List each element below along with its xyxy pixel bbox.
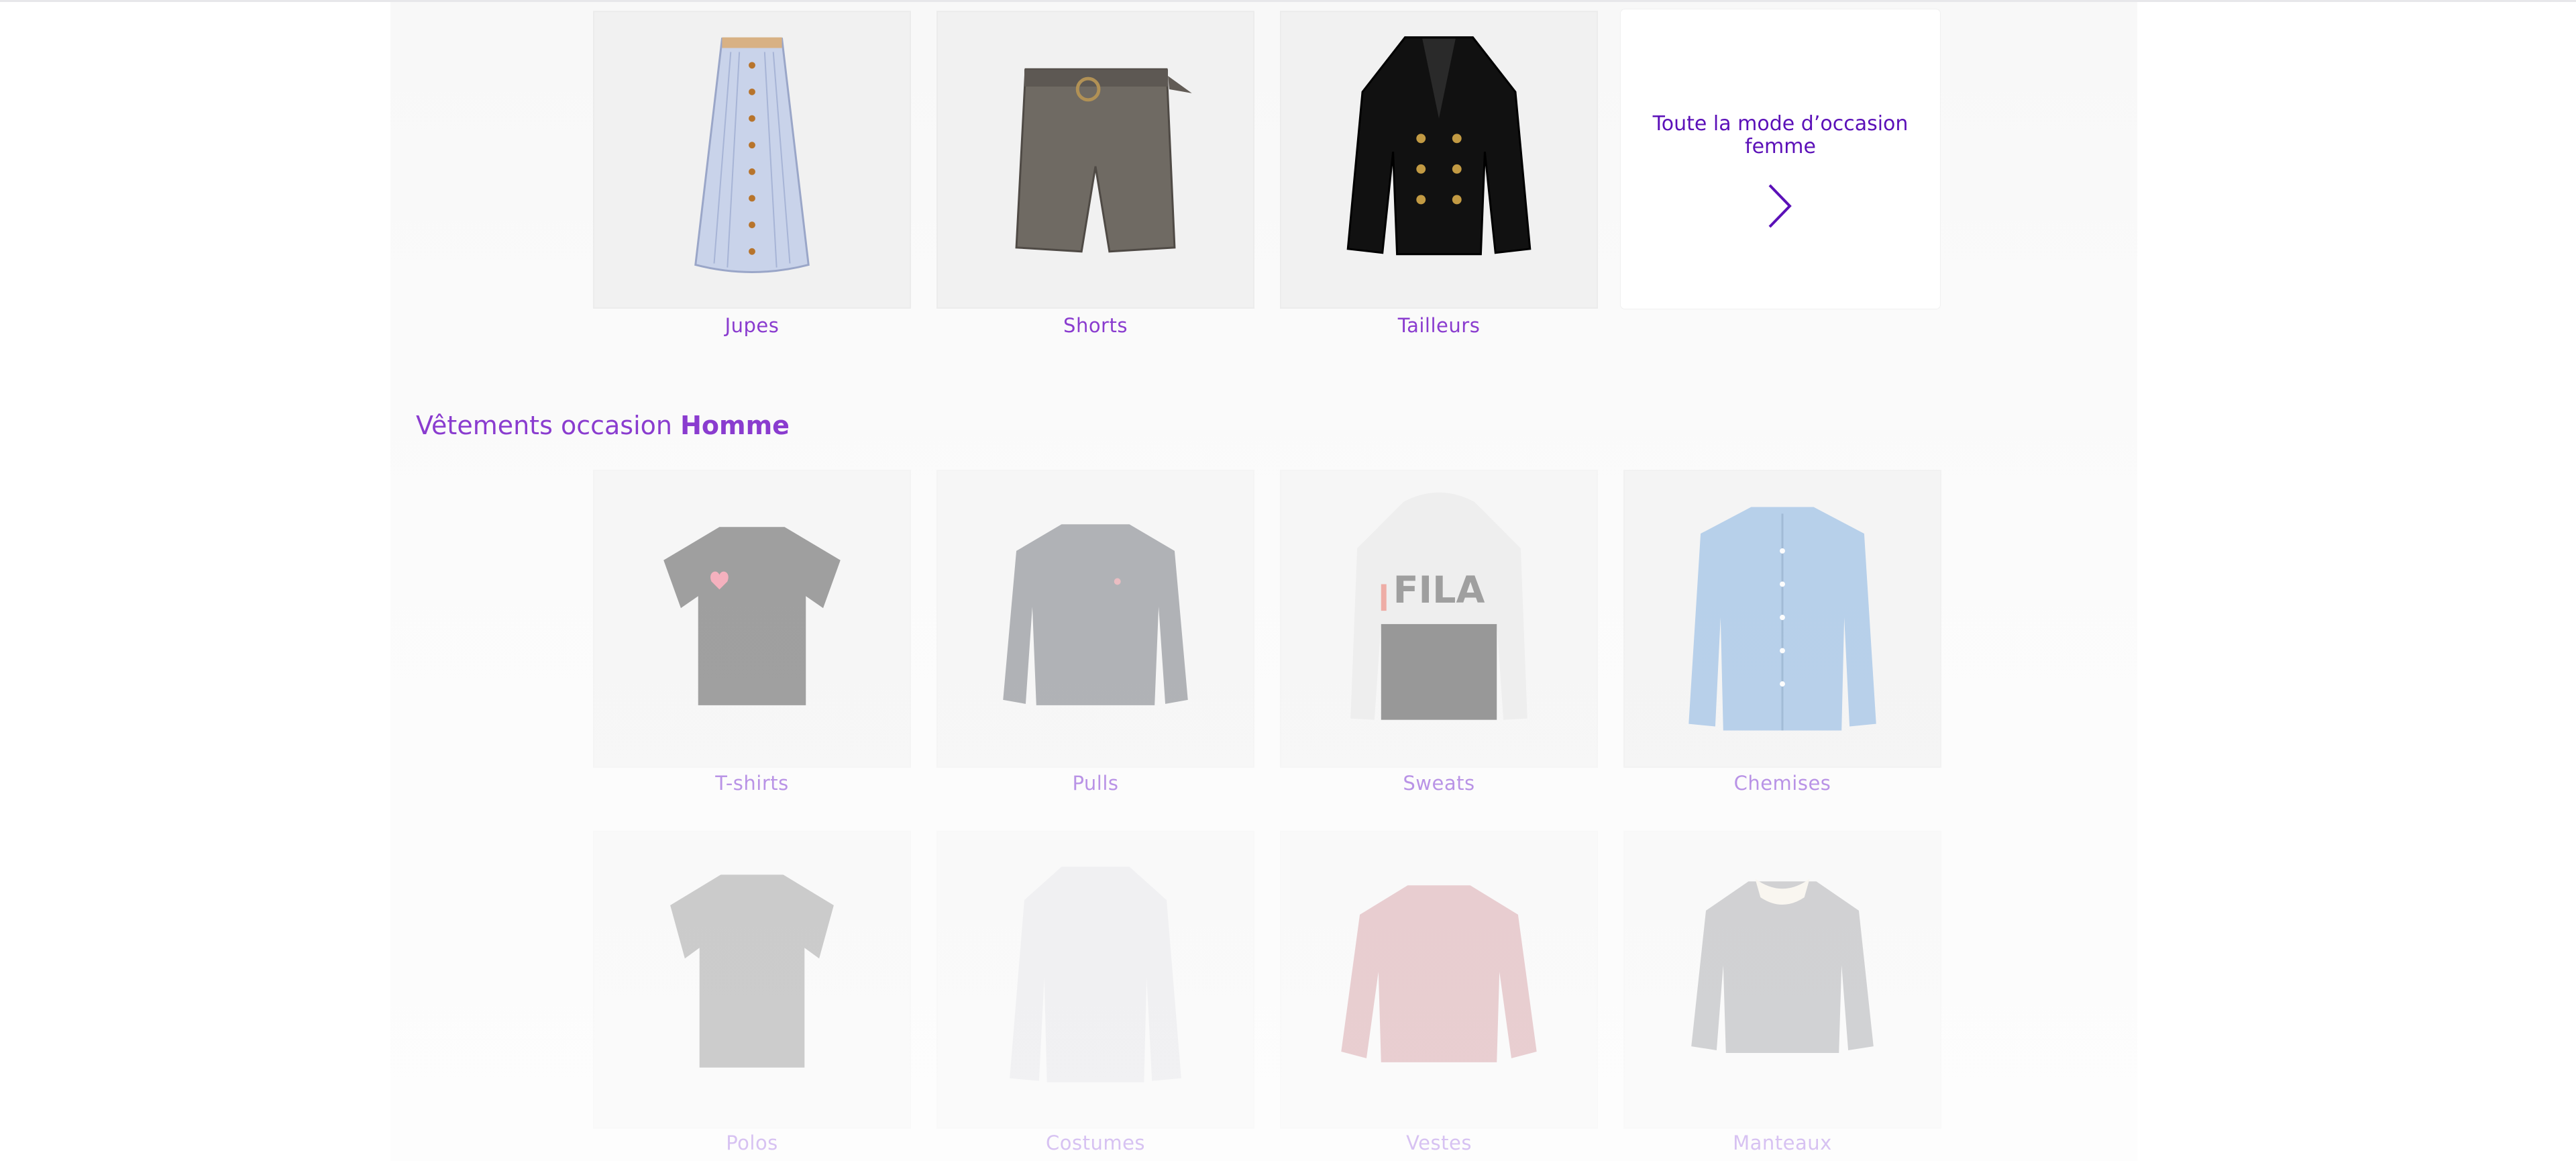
category-label-tailleurs[interactable]: Tailleurs <box>1280 314 1598 337</box>
tshirt-icon <box>663 527 841 705</box>
category-tile-chemises[interactable] <box>1623 470 1941 768</box>
see-all-women-link[interactable]: Toute la mode d’occasion femme <box>1648 113 1913 158</box>
category-label-sweats[interactable]: Sweats <box>1280 772 1598 795</box>
see-all-women-card[interactable]: Toute la mode d’occasion femme <box>1621 9 1940 309</box>
category-label-shorts[interactable]: Shorts <box>936 314 1254 337</box>
right-margin <box>2137 0 2576 1161</box>
blazer-icon <box>1346 36 1532 256</box>
category-tile-vestes[interactable] <box>1280 831 1598 1129</box>
category-label-manteaux[interactable]: Manteaux <box>1623 1131 1941 1154</box>
chevron-right-icon <box>1768 184 1792 228</box>
svg-text:FILA: FILA <box>1393 568 1485 612</box>
category-tile-tailleurs[interactable] <box>1280 11 1598 309</box>
left-margin <box>0 0 390 1161</box>
shorts-icon <box>1015 68 1192 253</box>
category-label-chemises[interactable]: Chemises <box>1623 772 1941 795</box>
category-label-vestes[interactable]: Vestes <box>1280 1131 1598 1154</box>
sweater-icon <box>1003 524 1188 705</box>
men-section-title-prefix: Vêtements occasion <box>416 411 672 440</box>
category-tile-sweats[interactable]: FILA <box>1280 470 1598 768</box>
page: Jupes Shorts Tailleurs Toute la mode d’o… <box>0 0 2576 1161</box>
skirt-icon <box>694 37 810 273</box>
category-label-tshirts[interactable]: T-shirts <box>593 772 911 795</box>
jacket-icon <box>1341 885 1537 1062</box>
category-label-costumes[interactable]: Costumes <box>936 1131 1254 1154</box>
polo-icon <box>670 874 834 1068</box>
shirt-icon <box>1688 507 1876 731</box>
category-tile-tshirts[interactable] <box>593 470 911 768</box>
men-section-title-emphasis: Homme <box>680 411 790 440</box>
category-tile-polos[interactable] <box>593 831 911 1129</box>
category-label-pulls[interactable]: Pulls <box>936 772 1254 795</box>
category-label-jupes[interactable]: Jupes <box>593 314 911 337</box>
top-divider <box>0 0 2576 2</box>
category-tile-jupes[interactable] <box>593 11 911 309</box>
category-tile-pulls[interactable] <box>936 470 1254 768</box>
suit-icon <box>1010 866 1181 1082</box>
category-label-polos[interactable]: Polos <box>593 1131 911 1154</box>
coat-icon <box>1691 878 1874 1054</box>
category-tile-costumes[interactable] <box>936 831 1254 1129</box>
men-section-title: Vêtements occasion Homme <box>416 411 790 440</box>
hoodie-icon: FILA <box>1350 492 1527 720</box>
category-tile-shorts[interactable] <box>936 11 1254 309</box>
category-tile-manteaux[interactable] <box>1623 831 1941 1129</box>
